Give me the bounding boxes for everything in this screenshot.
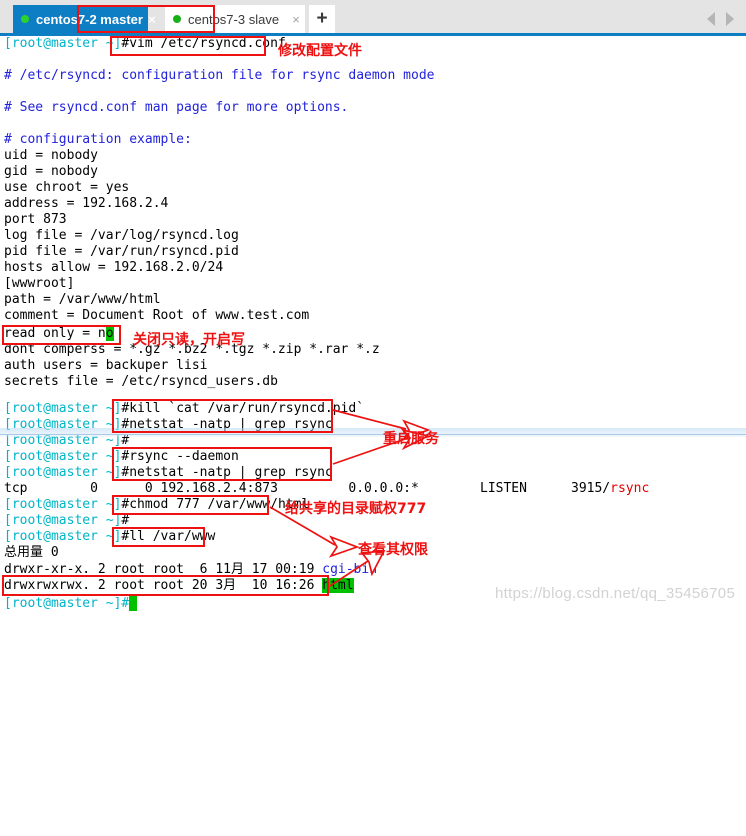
command-text: #rsync --daemon <box>121 449 239 464</box>
netstat-pid: 3915/ <box>571 481 611 496</box>
terminal-line-kill: [root@master ~]#kill `cat /var/run/rsync… <box>4 401 364 417</box>
tab-status-dot-icon <box>21 15 29 23</box>
annotation-restart-service: 重启服务 <box>383 431 439 447</box>
tab-close-icon[interactable]: × <box>143 12 161 27</box>
command-text: #ll /var/www <box>121 529 216 544</box>
chevron-right-icon[interactable] <box>726 12 734 26</box>
tab-centos7-3-slave[interactable]: centos7-3 slave × <box>165 5 305 33</box>
shell-prompt: [root@master ~] <box>4 36 122 51</box>
ll-row-html: drwxrwxrwx. 2 root root 20 3月 10 16:26 h… <box>4 578 354 594</box>
terminal-line-ll: [root@master ~]#ll /var/www <box>4 529 215 545</box>
terminal-line-command-vim: [root@master ~]#vim /etc/rsyncd.conf <box>4 36 286 52</box>
terminal-line-netstat-1: [root@master ~]#netstat -natp | grep rsy… <box>4 417 333 433</box>
command-text: #chmod 777 /var/www/html <box>121 497 310 512</box>
ll-row-meta: drwxrwxrwx. 2 root root 20 3月 10 16:26 <box>4 578 323 593</box>
terminal-line-empty-2: [root@master ~]# <box>4 513 129 529</box>
shell-prompt: [root@master ~] <box>4 465 122 480</box>
annotation-readonly: 关闭只读，开启写 <box>133 332 245 348</box>
config-section-wwwroot: [wwwroot] <box>4 276 75 291</box>
terminal-line-final-prompt: [root@master ~]# <box>4 596 138 612</box>
config-line-pid-file: pid file = /var/run/rsyncd.pid <box>4 244 239 259</box>
netstat-program-name: rsync <box>610 481 650 496</box>
shell-prompt: [root@master ~] <box>4 513 122 528</box>
config-line-hosts-allow: hosts allow = 192.168.2.0/24 <box>4 260 224 275</box>
config-line-use-chroot: use chroot = yes <box>4 180 130 195</box>
config-line-read-only: read only = no <box>4 326 114 342</box>
config-line-address: address = 192.168.2.4 <box>4 196 169 211</box>
command-text: #kill `cat /var/run/rsyncd.pid` <box>121 401 365 416</box>
ll-row-cgi-bin: drwxr-xr-x. 2 root root 6 11月 17 00:19 c… <box>4 562 377 578</box>
terminal-line-chmod: [root@master ~]#chmod 777 /var/www/html <box>4 497 309 513</box>
tab-centos7-2-master[interactable]: centos7-2 master × <box>13 5 156 33</box>
ll-row-meta: drwxr-xr-x. 2 root root 6 11月 17 00:19 <box>4 562 323 577</box>
config-line-path: path = /var/www/html <box>4 292 161 307</box>
terminal-line-rsync-daemon: [root@master ~]#rsync --daemon <box>4 449 239 465</box>
netstat-pid-program: 3915/rsync <box>571 481 649 497</box>
csdn-watermark: https://blog.csdn.net/qq_35456705 <box>495 585 736 602</box>
terminal-output[interactable]: [root@master ~]#vim /etc/rsyncd.conf # /… <box>0 36 746 614</box>
command-text: #netstat -natp | grep rsync <box>121 465 333 480</box>
shell-prompt: [root@master ~] <box>4 417 122 432</box>
netstat-socket-text: tcp 0 0 192.168.2.4:873 0.0.0.0:* <box>4 481 419 496</box>
tab-bar: centos7-2 master × centos7-3 slave × + <box>0 0 746 36</box>
command-text: # <box>121 433 130 448</box>
terminal-line-netstat-result: tcp 0 0 192.168.2.4:873 0.0.0.0:* <box>4 481 419 497</box>
shell-prompt: [root@master ~]# <box>4 596 130 611</box>
chevron-left-icon[interactable] <box>707 12 715 26</box>
terminal-line-comment-3: # configuration example: <box>4 132 192 147</box>
tab-label: centos7-2 master <box>36 11 143 27</box>
config-line-gid: gid = nobody <box>4 164 98 179</box>
vim-cursor: o <box>105 326 114 341</box>
shell-prompt: [root@master ~] <box>4 497 122 512</box>
terminal-line-comment-1: # /etc/rsyncd: configuration file for rs… <box>4 68 435 83</box>
annotation-check-perms: 查看其权限 <box>358 542 428 558</box>
shell-prompt: [root@master ~] <box>4 449 122 464</box>
tab-close-icon[interactable]: × <box>287 12 305 27</box>
config-line-uid: uid = nobody <box>4 148 98 163</box>
terminal-cursor <box>129 596 138 611</box>
config-line-secrets-file: secrets file = /etc/rsyncd_users.db <box>4 374 278 389</box>
netstat-state: LISTEN <box>480 481 527 496</box>
annotation-chmod777: 给共享的目录赋权777 <box>285 501 427 517</box>
terminal-line-empty-1: [root@master ~]# <box>4 433 129 449</box>
terminal-line-netstat-2: [root@master ~]#netstat -natp | grep rsy… <box>4 465 333 481</box>
shell-prompt: [root@master ~] <box>4 433 122 448</box>
shell-prompt: [root@master ~] <box>4 401 122 416</box>
config-line-port: port 873 <box>4 212 67 227</box>
config-line-auth-users: auth users = backuper lisi <box>4 358 208 373</box>
command-text: #netstat -natp | grep rsync <box>121 417 333 432</box>
command-text: # <box>121 513 130 528</box>
config-line-log-file: log file = /var/log/rsyncd.log <box>4 228 239 243</box>
terminal-line-comment-2: # See rsyncd.conf man page for more opti… <box>4 100 349 115</box>
command-text: #vim /etc/rsyncd.conf <box>121 36 286 51</box>
ll-row-name: html <box>322 578 354 593</box>
tab-status-dot-icon <box>173 15 181 23</box>
ll-total-line: 总用量 0 <box>4 545 59 560</box>
annotation-edit-config: 修改配置文件 <box>278 43 362 59</box>
config-line-comment: comment = Document Root of www.test.com <box>4 308 310 323</box>
tab-label: centos7-3 slave <box>188 11 280 27</box>
ll-row-name: cgi-bin <box>322 562 378 577</box>
shell-prompt: [root@master ~] <box>4 529 122 544</box>
new-tab-button[interactable]: + <box>309 5 335 33</box>
config-read-only-text: read only = n <box>4 326 106 341</box>
